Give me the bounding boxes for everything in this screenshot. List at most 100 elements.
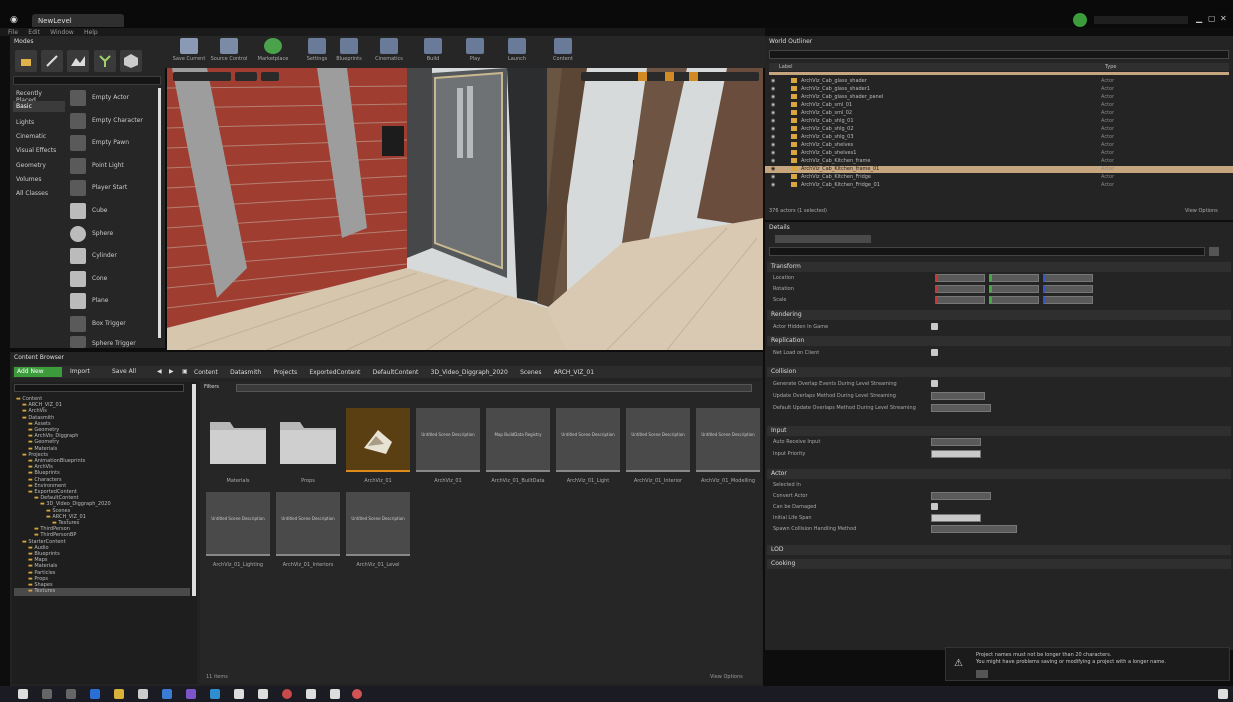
default-update-overlaps-dropdown[interactable] bbox=[931, 404, 991, 412]
explorer-icon[interactable] bbox=[114, 689, 124, 699]
content-button[interactable]: Content bbox=[544, 38, 582, 66]
filters-button[interactable]: Filters bbox=[204, 384, 219, 390]
app4-icon[interactable] bbox=[258, 689, 268, 699]
marketplace-button[interactable]: Marketplace bbox=[254, 38, 292, 66]
rotate-snap-icon[interactable] bbox=[665, 72, 674, 81]
outliner-row[interactable]: ◉ ArchViz_Cab_sml_01 Actor bbox=[765, 102, 1233, 109]
asset-tile[interactable]: Untitled Scene Description bbox=[206, 492, 270, 556]
asset-tile[interactable]: Untitled Scene Description bbox=[346, 492, 410, 556]
outliner-row[interactable]: ◉ ArchViz_Cab_shelves Actor bbox=[765, 142, 1233, 149]
asset-tile[interactable]: Untitled Scene Description bbox=[696, 408, 760, 472]
lit-button[interactable] bbox=[261, 72, 279, 81]
app7-icon[interactable] bbox=[352, 689, 362, 699]
asset-tile[interactable]: Untitled Scene Description bbox=[556, 408, 620, 472]
can-be-damaged-checkbox[interactable] bbox=[931, 503, 938, 510]
level-asset-tile[interactable] bbox=[346, 408, 410, 472]
build-button[interactable]: Build bbox=[414, 38, 452, 66]
visibility-eye-icon[interactable]: ◉ bbox=[771, 110, 775, 116]
visibility-eye-icon[interactable]: ◉ bbox=[771, 126, 775, 132]
level-tab[interactable]: NewLevel bbox=[32, 14, 124, 27]
folder-tile[interactable] bbox=[206, 408, 270, 472]
outliner-view-options[interactable]: View Options bbox=[1185, 208, 1218, 214]
outliner-row[interactable]: ◉ ArchViz_Cab_shlg_03 Actor bbox=[765, 134, 1233, 141]
edge-icon[interactable] bbox=[90, 689, 100, 699]
outliner-row[interactable]: ◉ ArchViz_Cab_glass_shader_panel Actor bbox=[765, 94, 1233, 101]
section-transform[interactable]: Transform bbox=[767, 262, 1231, 272]
tree-folder-item[interactable]: ▬ AnimationBlueprints bbox=[28, 458, 85, 464]
paint-mode-icon[interactable] bbox=[41, 50, 64, 72]
tree-folder-item[interactable]: ▬ Maps bbox=[28, 557, 48, 563]
grid-snap-icon[interactable] bbox=[638, 72, 647, 81]
outliner-row[interactable]: ◉ ArchViz_Cab_shelves1 Actor bbox=[765, 150, 1233, 157]
tree-folder-item[interactable]: ▬ Geometry bbox=[28, 439, 59, 445]
tree-folder-item[interactable]: ▬ Projects bbox=[22, 452, 48, 458]
source-control-status-icon[interactable] bbox=[1073, 13, 1087, 27]
place-item-cone[interactable]: Cone bbox=[68, 269, 158, 289]
col-label[interactable]: Label bbox=[779, 64, 793, 70]
tree-folder-item[interactable]: ▬ ThirdPerson bbox=[34, 526, 70, 532]
tree-folder-item[interactable]: ▬ ARCH_VIZ_01 bbox=[46, 514, 86, 520]
visibility-eye-icon[interactable]: ◉ bbox=[771, 142, 775, 148]
visibility-eye-icon[interactable]: ◉ bbox=[771, 174, 775, 180]
menu-edit[interactable]: Edit bbox=[28, 29, 40, 36]
section-cooking[interactable]: Cooking bbox=[767, 559, 1231, 569]
mail-icon[interactable] bbox=[162, 689, 172, 699]
place-item-player-start[interactable]: Player Start bbox=[68, 178, 158, 198]
history-back-icon[interactable]: ◀ bbox=[157, 368, 162, 375]
category-visual-effects[interactable]: Visual Effects bbox=[13, 145, 65, 156]
section-lod[interactable]: LOD bbox=[767, 545, 1231, 555]
folder-tile[interactable] bbox=[276, 408, 340, 472]
tree-folder-item[interactable]: ▬ Audio bbox=[28, 545, 49, 551]
tree-folder-item[interactable]: ▬ Environment bbox=[28, 483, 66, 489]
tree-folder-item[interactable]: ▬ Materials bbox=[28, 446, 57, 452]
close-icon[interactable]: ✕ bbox=[1220, 14, 1227, 23]
breadcrumb-content[interactable]: Content bbox=[194, 369, 218, 376]
tree-folder-item[interactable]: ▬ 3D_Video_Diggraph_2020 bbox=[40, 501, 111, 507]
perspective-button[interactable] bbox=[235, 72, 257, 81]
add-new-button[interactable]: Add New bbox=[14, 367, 62, 377]
place-item-empty-pawn[interactable]: Empty Pawn bbox=[68, 133, 158, 153]
app5-icon[interactable] bbox=[306, 689, 316, 699]
app-icon[interactable] bbox=[186, 689, 196, 699]
tree-folder-item[interactable]: ▬ Datasmith bbox=[22, 415, 54, 421]
place-item-sphere-trigger[interactable]: Sphere Trigger bbox=[68, 334, 158, 348]
modes-scrollbar[interactable] bbox=[158, 88, 161, 338]
search-icon[interactable] bbox=[42, 689, 52, 699]
tree-folder-item[interactable]: ▬ Blueprints bbox=[28, 551, 60, 557]
notifications-icon[interactable] bbox=[1218, 689, 1228, 699]
breadcrumb-exported[interactable]: ExportedContent bbox=[309, 369, 360, 376]
section-actor[interactable]: Actor bbox=[767, 469, 1231, 479]
details-view-icon[interactable] bbox=[1209, 247, 1219, 256]
category-basic[interactable]: Basic bbox=[13, 101, 65, 112]
visibility-eye-icon[interactable]: ◉ bbox=[771, 118, 775, 124]
task-view-icon[interactable] bbox=[66, 689, 76, 699]
category-all-classes[interactable]: All Classes bbox=[13, 188, 65, 199]
tree-folder-item[interactable]: ▬ Shapes bbox=[28, 582, 53, 588]
visibility-eye-icon[interactable]: ◉ bbox=[771, 166, 775, 172]
tree-folder-item[interactable]: ▬ StarterContent bbox=[22, 539, 66, 545]
level-viewport[interactable] bbox=[167, 68, 763, 350]
launch-button[interactable]: Launch bbox=[498, 38, 536, 66]
viewport-options-button[interactable] bbox=[173, 72, 231, 81]
outliner-row[interactable]: ◉ ArchViz_Cab_Kitchen_frame_01 Actor bbox=[765, 166, 1233, 173]
visibility-eye-icon[interactable]: ◉ bbox=[771, 150, 775, 156]
category-geometry[interactable]: Geometry bbox=[13, 160, 65, 171]
asset-tile[interactable]: Untitled Scene Description bbox=[626, 408, 690, 472]
start-icon[interactable] bbox=[18, 689, 28, 699]
col-type[interactable]: Type bbox=[1105, 64, 1116, 70]
tree-folder-item[interactable]: ▬ Textures bbox=[28, 588, 55, 594]
scale-y-field[interactable] bbox=[989, 296, 1039, 304]
section-replication[interactable]: Replication bbox=[767, 336, 1231, 346]
scale-z-field[interactable] bbox=[1043, 296, 1093, 304]
app2-icon[interactable] bbox=[210, 689, 220, 699]
details-search-input[interactable] bbox=[769, 247, 1205, 256]
section-input[interactable]: Input bbox=[767, 426, 1231, 436]
tree-scrollbar[interactable] bbox=[192, 384, 196, 596]
actor-name-field[interactable] bbox=[775, 235, 871, 243]
location-x-field[interactable] bbox=[935, 274, 985, 282]
rotation-x-field[interactable] bbox=[935, 285, 985, 293]
scale-x-field[interactable] bbox=[935, 296, 985, 304]
place-item-empty-actor[interactable]: Empty Actor bbox=[68, 88, 158, 108]
tree-folder-item[interactable]: ▬ Textures bbox=[52, 520, 79, 526]
asset-tile[interactable]: Untitled Scene Description bbox=[416, 408, 480, 472]
